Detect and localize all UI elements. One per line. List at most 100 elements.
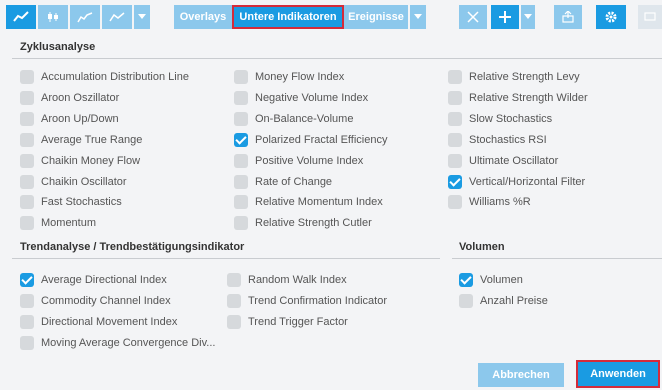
indicator-slow-stochastics[interactable]: Slow Stochastics [448,111,552,127]
indicator-label: Aroon Up/Down [41,112,119,125]
indicator-trend-trigger-factor[interactable]: Trend Trigger Factor [227,314,348,330]
indicator-fast-stochastics[interactable]: Fast Stochastics [20,194,122,210]
checkbox[interactable] [448,90,462,105]
indicator-aroon-up-down[interactable]: Aroon Up/Down [20,111,119,127]
checkbox[interactable] [234,174,248,189]
checkbox[interactable] [20,132,34,147]
checkbox[interactable] [459,273,473,287]
indicator-chaikin-money-flow[interactable]: Chaikin Money Flow [20,153,140,169]
indicator-label: Accumulation Distribution Line [41,71,189,83]
checkbox[interactable] [448,132,462,147]
indicator-relative-strength-wilder[interactable]: Relative Strength Wilder [448,90,588,106]
indicator-negative-volume-index[interactable]: Negative Volume Index [234,90,368,106]
tab-untere-indikatoren[interactable]: Untere Indikatoren [232,5,344,29]
indicator-label: Commodity Channel Index [41,294,171,307]
section-title-trendanalyse: Trendanalyse / Trendbestätigungsindikato… [20,241,245,253]
line-chart-button[interactable] [70,5,100,29]
crosshair-off-icon [467,11,479,23]
checkbox[interactable] [448,153,462,168]
checkbox[interactable] [234,216,248,231]
checkbox[interactable] [20,111,34,126]
indicator-commodity-channel-index[interactable]: Commodity Channel Index [20,293,171,309]
checkbox[interactable] [448,174,462,189]
indicator-stochastics-rsi[interactable]: Stochastics RSI [448,132,547,148]
indicator-money-flow-index[interactable]: Money Flow Index [234,69,344,85]
indicator-relative-strength-levy[interactable]: Relative Strength Levy [448,69,580,85]
checkbox[interactable] [20,70,34,84]
indicator-relative-momentum-index[interactable]: Relative Momentum Index [234,194,383,210]
indicator-label: Stochastics RSI [469,133,547,146]
cancel-button[interactable]: Abbrechen [478,363,564,387]
candlestick-button[interactable] [38,5,68,29]
bar-chart-button[interactable] [102,5,132,29]
chevron-down-icon [414,14,422,19]
indicator-rate-of-change[interactable]: Rate of Change [234,174,332,190]
apply-button[interactable]: Anwenden [576,360,660,388]
comment-button[interactable] [638,5,662,29]
checkbox[interactable] [234,70,248,84]
checkbox[interactable] [448,70,462,84]
divider [12,58,662,59]
indicator-accumulation-distribution-line[interactable]: Accumulation Distribution Line [20,69,189,85]
checkbox[interactable] [20,273,34,287]
checkbox[interactable] [448,195,462,210]
checkbox[interactable] [20,174,34,189]
indicator-momentum[interactable]: Momentum [20,215,96,231]
checkbox[interactable] [20,216,34,231]
tabs-dropdown[interactable] [410,5,426,29]
share-button[interactable] [554,5,582,29]
indicator-ultimate-oscillator[interactable]: Ultimate Oscillator [448,153,558,169]
indicator-trend-confirmation-indicator[interactable]: Trend Confirmation Indicator [227,293,387,309]
indicator-chaikin-oscillator[interactable]: Chaikin Oscillator [20,174,127,190]
chevron-down-icon [524,14,532,19]
section-title-zyklusanalyse: Zyklusanalyse [20,41,96,53]
indicator-aroon-oszillator[interactable]: Aroon Oszillator [20,90,119,106]
cancel-button-label: Abbrechen [492,369,550,381]
tab-overlays-label: Overlays [179,11,227,23]
checkbox[interactable] [448,111,462,126]
checkbox[interactable] [20,195,34,210]
checkbox[interactable] [234,153,248,168]
add-dropdown[interactable] [521,5,535,29]
checkbox[interactable] [234,90,248,105]
indicator-vertical-horizontal-filter[interactable]: Vertical/Horizontal Filter [448,174,585,190]
checkbox[interactable] [227,273,241,287]
checkbox[interactable] [20,335,34,350]
line-chart-icon [77,12,93,23]
indicator-on-balance-volume[interactable]: On-Balance-Volume [234,111,353,127]
crosshair-button[interactable] [459,5,487,29]
checkbox[interactable] [234,132,248,147]
checkbox[interactable] [20,90,34,105]
settings-button[interactable] [596,5,626,29]
indicator-volumen[interactable]: Volumen [459,272,523,288]
checkbox[interactable] [459,293,473,308]
indicator-random-walk-index[interactable]: Random Walk Index [227,272,347,288]
checkbox[interactable] [234,195,248,210]
checkbox[interactable] [227,293,241,308]
indicator-polarized-fractal-efficiency[interactable]: Polarized Fractal Efficiency [234,132,387,148]
indicator-label: Trend Trigger Factor [248,315,348,328]
chart-type-dropdown[interactable] [134,5,150,29]
indicator-positive-volume-index[interactable]: Positive Volume Index [234,153,363,169]
bar-chart-icon [109,12,125,22]
chevron-down-icon [138,14,146,19]
indicator-williams-r[interactable]: Williams %R [448,194,531,210]
checkbox[interactable] [20,293,34,308]
indicator-relative-strength-cutler[interactable]: Relative Strength Cutler [234,215,372,231]
checkbox[interactable] [20,314,34,329]
checkbox[interactable] [227,314,241,329]
area-chart-icon [13,11,29,22]
toolbar: Overlays Untere Indikatoren Ereignisse [0,0,662,34]
checkbox[interactable] [20,153,34,168]
add-button[interactable] [491,5,519,29]
checkbox[interactable] [234,111,248,126]
indicator-directional-movement-index[interactable]: Directional Movement Index [20,314,177,330]
tab-ereignisse[interactable]: Ereignisse [344,5,408,29]
indicator-label: Money Flow Index [255,71,345,83]
indicator-moving-average-convergence-div[interactable]: Moving Average Convergence Div... [20,335,215,351]
indicator-average-directional-index[interactable]: Average Directional Index [20,272,167,288]
area-chart-button[interactable] [6,5,36,29]
indicator-anzahl-preise[interactable]: Anzahl Preise [459,293,548,309]
indicator-average-true-range[interactable]: Average True Range [20,132,142,148]
tab-overlays[interactable]: Overlays [174,5,232,29]
